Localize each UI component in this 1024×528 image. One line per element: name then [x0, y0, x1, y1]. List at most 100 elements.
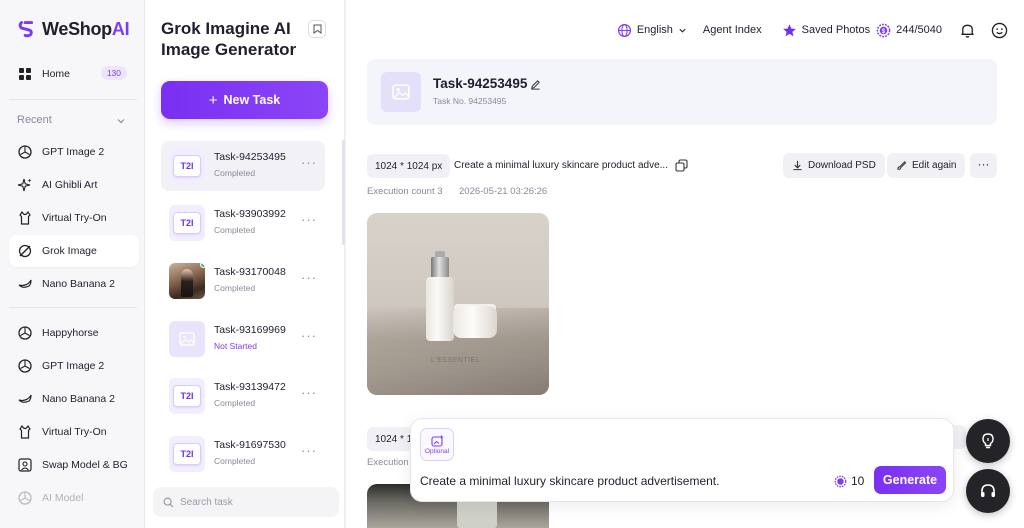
task-header-card: Task-94253495 Task No. 94253495 [367, 59, 997, 125]
size-chip: 1024 * 1024 px [367, 154, 451, 178]
hanger-icon [17, 424, 33, 440]
user-menu-button[interactable] [988, 19, 1010, 41]
globe-icon [617, 23, 631, 37]
task-name: Task-93139472 [214, 381, 286, 393]
task-name: Task-91697530 [214, 439, 286, 451]
task-item[interactable]: T2I Task-93139472 Completed ··· [161, 371, 325, 421]
task-status: Completed [214, 225, 256, 235]
more-options-icon[interactable]: ··· [301, 385, 317, 400]
execution-timestamp: 2026-05-21 03:26:26 [459, 186, 548, 197]
image-thumbnail [169, 263, 205, 299]
language-selector[interactable]: English [617, 23, 687, 38]
new-task-button[interactable]: + New Task [161, 81, 328, 119]
optional-upload-button[interactable]: Optional [420, 428, 454, 461]
sidebar-item-ai-model[interactable]: AI Model [9, 482, 139, 514]
search-icon [163, 497, 174, 508]
sidebar-item-label: GPT Image 2 [42, 360, 105, 372]
download-icon [793, 160, 802, 171]
execution-count: Execution count 3 [367, 186, 443, 197]
task-name: Task-94253495 [214, 151, 286, 163]
generate-button[interactable]: Generate [874, 466, 946, 494]
task-list-scrollbar[interactable] [342, 140, 345, 245]
more-options-icon[interactable]: ··· [301, 443, 317, 458]
openai-icon [17, 325, 33, 341]
sidebar-item-virtual-try-on[interactable]: Virtual Try-On [9, 202, 139, 234]
search-placeholder: Search task [180, 496, 233, 508]
bookmark-icon [313, 24, 321, 34]
hanger-icon [17, 210, 33, 226]
grid-icon [17, 66, 33, 82]
sidebar-item-label: Grok Image [42, 245, 97, 257]
sidebar-item-nano-banana-2[interactable]: Nano Banana 2 [9, 268, 139, 300]
credit-coin-icon: $ [876, 23, 891, 37]
task-status: Completed [214, 283, 256, 293]
more-options-icon[interactable]: ··· [301, 270, 317, 285]
sidebar-item-ai-ghibli-art[interactable]: AI Ghibli Art [9, 169, 139, 201]
sidebar-item-grok-image[interactable]: Grok Image [9, 235, 139, 267]
task-item[interactable]: T2I Task-91697530 Completed ··· [161, 429, 325, 479]
star-icon [782, 23, 796, 36]
agent-index-label: Agent Index [702, 24, 762, 36]
sidebar-item-nano-banana-2-tool[interactable]: Nano Banana 2 [9, 383, 139, 415]
task-item[interactable]: T2I Task-93903992 Completed ··· [161, 198, 325, 248]
support-button[interactable] [966, 469, 1010, 513]
bookmark-button[interactable] [308, 20, 326, 38]
notifications-button[interactable] [956, 19, 978, 41]
task-item[interactable]: Task-93170048 Completed ··· [161, 256, 325, 306]
sidebar-item-label: AI Model [42, 492, 84, 504]
prompt-input[interactable] [420, 474, 820, 488]
image-placeholder-icon [381, 72, 421, 112]
more-options-button[interactable]: ··· [970, 153, 997, 178]
task-panel: Grok Imagine AI Image Generator + New Ta… [145, 0, 345, 528]
tips-button[interactable] [966, 419, 1010, 463]
generated-image[interactable]: L'ESSENTIEL [367, 213, 549, 395]
copy-icon[interactable] [675, 159, 688, 172]
task-name: Task-93903992 [214, 208, 286, 220]
brand-suffix: AI [111, 18, 130, 39]
sidebar-item-swap-model-bg[interactable]: Swap Model & BG [9, 449, 139, 481]
sidebar-item-label: Nano Banana 2 [42, 393, 115, 405]
sidebar-item-gpt-image-2[interactable]: GPT Image 2 [9, 136, 139, 168]
task-status: Completed [214, 398, 256, 408]
t2i-thumbnail: T2I [169, 436, 205, 472]
lightbulb-icon [982, 433, 994, 449]
sidebar-item-gpt-image-2-tool[interactable]: GPT Image 2 [9, 350, 139, 382]
task-item[interactable]: Task-93169969 Not Started ··· [161, 314, 325, 364]
openai-icon [17, 358, 33, 374]
sidebar-item-label: AI Ghibli Art [42, 179, 98, 191]
optional-label: Optional [424, 447, 450, 455]
sidebar-item-virtual-try-on-tool[interactable]: Virtual Try-On [9, 416, 139, 448]
saved-photos-link[interactable]: Saved Photos [782, 23, 870, 38]
collapsed-toolbar-tab[interactable] [952, 425, 966, 449]
credits-display[interactable]: $ 244/5040 [876, 23, 942, 38]
weshop-logo[interactable]: WeShopAI [16, 16, 130, 42]
more-options-icon[interactable]: ··· [301, 155, 317, 170]
avatar-smiley-icon [991, 22, 1007, 38]
more-options-icon[interactable]: ··· [301, 328, 317, 343]
brush-icon [897, 161, 907, 170]
t2i-thumbnail: T2I [169, 205, 205, 241]
task-name: Task-93170048 [214, 266, 286, 278]
more-options-icon[interactable]: ··· [301, 212, 317, 227]
agent-index-link[interactable]: Agent Index [703, 24, 762, 36]
generation-cost: 10 [834, 474, 864, 488]
sidebar-item-home[interactable]: Home 130 [9, 58, 139, 90]
edit-pencil-icon[interactable] [530, 79, 541, 90]
weshop-logo-icon [18, 21, 34, 38]
sidebar-divider [9, 307, 137, 308]
sidebar-item-happyhorse[interactable]: Happyhorse [9, 317, 139, 349]
task-item[interactable]: T2I Task-94253495 Completed ··· [161, 141, 325, 191]
task-status: Completed [214, 456, 256, 466]
task-name: Task-93169969 [214, 324, 286, 336]
image-placeholder-icon [169, 321, 205, 357]
edit-again-button[interactable]: Edit again [887, 153, 966, 178]
chevron-down-icon[interactable] [116, 116, 126, 126]
task-number: Task No. 94253495 [433, 96, 507, 106]
recent-section-label: Recent [17, 114, 52, 126]
openai-icon [17, 144, 33, 160]
search-task-input[interactable]: Search task [153, 487, 339, 517]
online-dot [200, 263, 205, 268]
sidebar-item-label: Nano Banana 2 [42, 278, 115, 290]
download-psd-button[interactable]: Download PSD [783, 153, 885, 178]
t2i-thumbnail: T2I [169, 378, 205, 414]
